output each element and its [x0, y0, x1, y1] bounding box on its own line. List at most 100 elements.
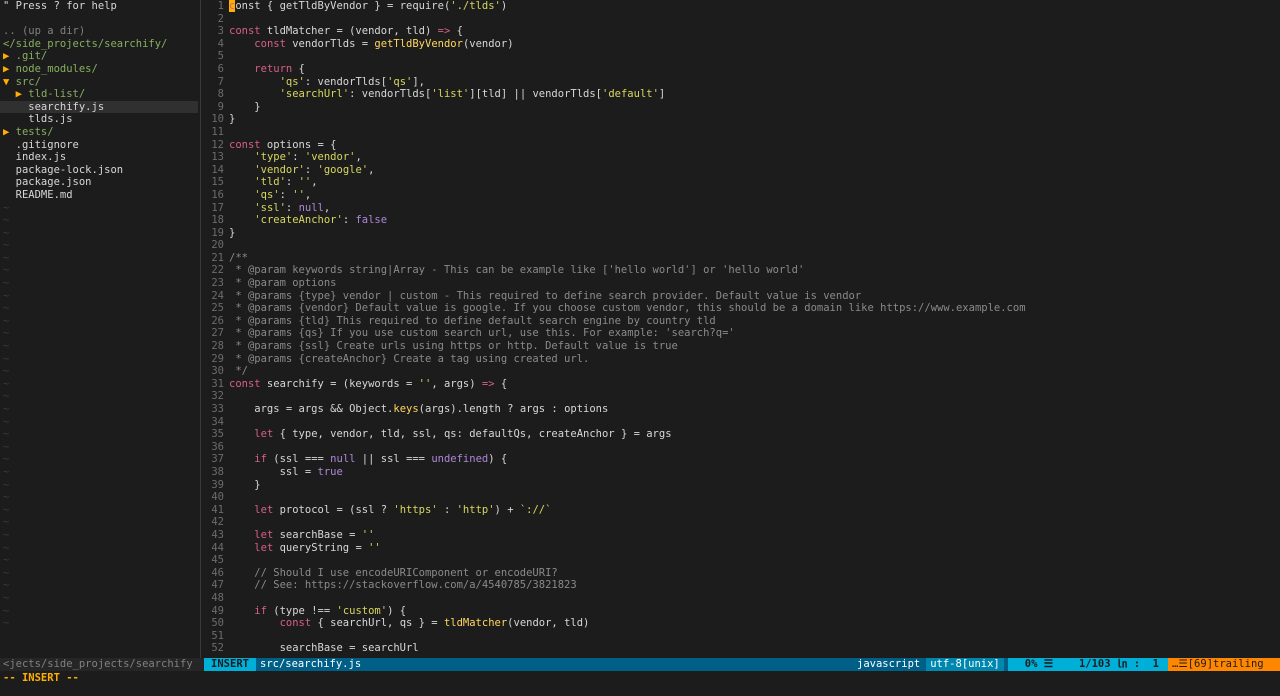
tree-folder[interactable]: ▶ tests/: [0, 126, 198, 139]
code-line[interactable]: 25 * @params {vendor} Default value is g…: [204, 302, 1280, 315]
code-line[interactable]: 13 'type': 'vendor',: [204, 151, 1280, 164]
line-number: 40: [211, 491, 224, 504]
code-line[interactable]: 46 // Should I use encodeURIComponent or…: [204, 567, 1280, 580]
line-number: 33: [211, 403, 224, 415]
code-line[interactable]: 27 * @params {qs} If you use custom sear…: [204, 327, 1280, 340]
code-line[interactable]: 49 if (type !== 'custom') {: [204, 605, 1280, 618]
code-line[interactable]: 18 'createAnchor': false: [204, 214, 1280, 227]
code-line[interactable]: 48: [204, 592, 1280, 605]
tree-file[interactable]: index.js: [0, 151, 198, 164]
line-number: 4: [217, 37, 224, 50]
tree-file[interactable]: searchify.js: [0, 100, 198, 114]
code-line[interactable]: 2: [204, 13, 1280, 26]
code-line[interactable]: 32: [204, 390, 1280, 403]
code-line[interactable]: 35 let { type, vendor, tld, ssl, qs: def…: [204, 428, 1280, 441]
empty-line-tilde: ~: [3, 377, 10, 390]
code-line[interactable]: 7 'qs': vendorTlds['qs'],: [204, 76, 1280, 89]
line-number: 28: [211, 340, 224, 353]
line-number: 7: [217, 75, 224, 88]
code-text: const tldMatcher = (vendor, tld) => {: [229, 25, 463, 38]
code-line[interactable]: 24 * @params {type} vendor | custom - Th…: [204, 290, 1280, 303]
code-line[interactable]: 8 'searchUrl': vendorTlds['list'][tld] |…: [204, 88, 1280, 101]
line-number: 10: [211, 113, 224, 126]
line-number: 15: [211, 176, 224, 189]
tree-folder[interactable]: ▼ src/: [0, 76, 198, 89]
collapsed-arrow-icon: ▶: [15, 88, 22, 101]
tree-root-path[interactable]: </side_projects/searchify/: [0, 38, 198, 51]
line-number: 49: [211, 604, 224, 617]
tree-file[interactable]: package.json: [0, 176, 198, 189]
code-line[interactable]: 6 return {: [204, 63, 1280, 76]
code-line[interactable]: 33 args = args && Object.keys(args).leng…: [204, 403, 1280, 416]
code-line[interactable]: 34: [204, 416, 1280, 429]
code-line[interactable]: 10}: [204, 113, 1280, 126]
code-line[interactable]: 36: [204, 441, 1280, 454]
code-line[interactable]: 47 // See: https://stackoverflow.com/a/4…: [204, 579, 1280, 592]
code-line[interactable]: 20: [204, 239, 1280, 252]
code-line[interactable]: 5: [204, 50, 1280, 63]
empty-line-tilde: ~: [3, 340, 10, 353]
code-line[interactable]: 42: [204, 516, 1280, 529]
empty-line-tilde: ~: [3, 428, 10, 441]
code-line[interactable]: 11: [204, 126, 1280, 139]
tree-file[interactable]: package-lock.json: [0, 164, 198, 177]
code-line[interactable]: 19}: [204, 227, 1280, 240]
empty-line-tilde: ~: [3, 541, 10, 554]
code-line[interactable]: 30 */: [204, 365, 1280, 378]
code-line[interactable]: 40: [204, 491, 1280, 504]
code-line[interactable]: 45: [204, 554, 1280, 567]
line-number: 24: [211, 289, 224, 302]
tree-folder[interactable]: ▶ .git/: [0, 50, 198, 63]
code-line[interactable]: 17 'ssl': null,: [204, 202, 1280, 215]
command-line[interactable]: -- INSERT --: [0, 671, 1280, 696]
empty-line-tilde: ~: [3, 415, 10, 428]
code-line[interactable]: 41 let protocol = (ssl ? 'https' : 'http…: [204, 504, 1280, 517]
code-text: 'createAnchor': false: [254, 214, 388, 227]
code-text: }: [229, 226, 236, 239]
code-line[interactable]: 15 'tld': '',: [204, 176, 1280, 189]
line-number: 35: [211, 428, 224, 441]
code-text: 'qs': '',: [254, 188, 312, 201]
nerdtree-panel[interactable]: " Press ? for help .. (up a dir) </side_pr…: [0, 0, 198, 658]
line-number: 52: [211, 642, 224, 655]
code-line[interactable]: 39 }: [204, 479, 1280, 492]
code-line[interactable]: 52 searchBase = searchUrl: [204, 642, 1280, 655]
tree-file[interactable]: .gitignore: [0, 139, 198, 152]
tree-up-dir[interactable]: .. (up a dir): [0, 25, 198, 38]
code-line[interactable]: 3 const tldMatcher = (vendor, tld) => {: [204, 25, 1280, 38]
code-text: // Should I use encodeURIComponent or en…: [229, 566, 558, 579]
code-line[interactable]: 23 * @param options: [204, 277, 1280, 290]
code-line[interactable]: 1 const { getTldByVendor } = require('./t…: [204, 0, 1280, 13]
filetype-indicator: javascript: [857, 658, 921, 670]
code-editor[interactable]: 1 const { getTldByVendor } = require('./t…: [204, 0, 1280, 658]
empty-line-tilde: ~: [3, 314, 10, 327]
code-text: }: [229, 113, 236, 126]
line-number: 23: [211, 277, 224, 290]
code-line[interactable]: 4 const vendorTlds = getTldByVendor(vend…: [204, 38, 1280, 51]
code-line[interactable]: 21 /**: [204, 252, 1280, 265]
tree-file[interactable]: README.md: [0, 189, 198, 202]
code-line[interactable]: 16 'qs': '',: [204, 189, 1280, 202]
code-line[interactable]: 31 const searchify = (keywords = '', args…: [204, 378, 1280, 391]
tree-folder[interactable]: ▶ tld-list/: [0, 88, 198, 101]
code-line[interactable]: 26 * @params {tld} This required to defi…: [204, 315, 1280, 328]
code-line[interactable]: 14 'vendor': 'google',: [204, 164, 1280, 177]
line-number: 12: [211, 138, 224, 151]
empty-line-tilde: ~: [3, 478, 10, 491]
code-text: searchBase = searchUrl: [229, 642, 419, 655]
code-line[interactable]: 22 * @param keywords string|Array - This…: [204, 264, 1280, 277]
line-number: 1: [217, 0, 224, 12]
tree-folder[interactable]: ▶ node_modules/: [0, 63, 198, 76]
code-line[interactable]: 50 const { searchUrl, qs } = tldMatcher(…: [204, 617, 1280, 630]
code-line[interactable]: 44 let queryString = '': [204, 542, 1280, 555]
empty-line-tilde: ~: [3, 289, 10, 302]
code-line[interactable]: 38 ssl = true: [204, 466, 1280, 479]
code-line[interactable]: 37 if (ssl === null || ssl === undefined…: [204, 453, 1280, 466]
code-line[interactable]: 12 const options = {: [204, 139, 1280, 152]
code-line[interactable]: 29 * @params {createAnchor} Create a tag…: [204, 353, 1280, 366]
code-line[interactable]: 43 let searchBase = '': [204, 529, 1280, 542]
code-line[interactable]: 28 * @params {ssl} Create urls using htt…: [204, 340, 1280, 353]
code-line[interactable]: 9 }: [204, 101, 1280, 114]
tree-file[interactable]: tlds.js: [0, 113, 198, 126]
code-line[interactable]: 51: [204, 630, 1280, 643]
